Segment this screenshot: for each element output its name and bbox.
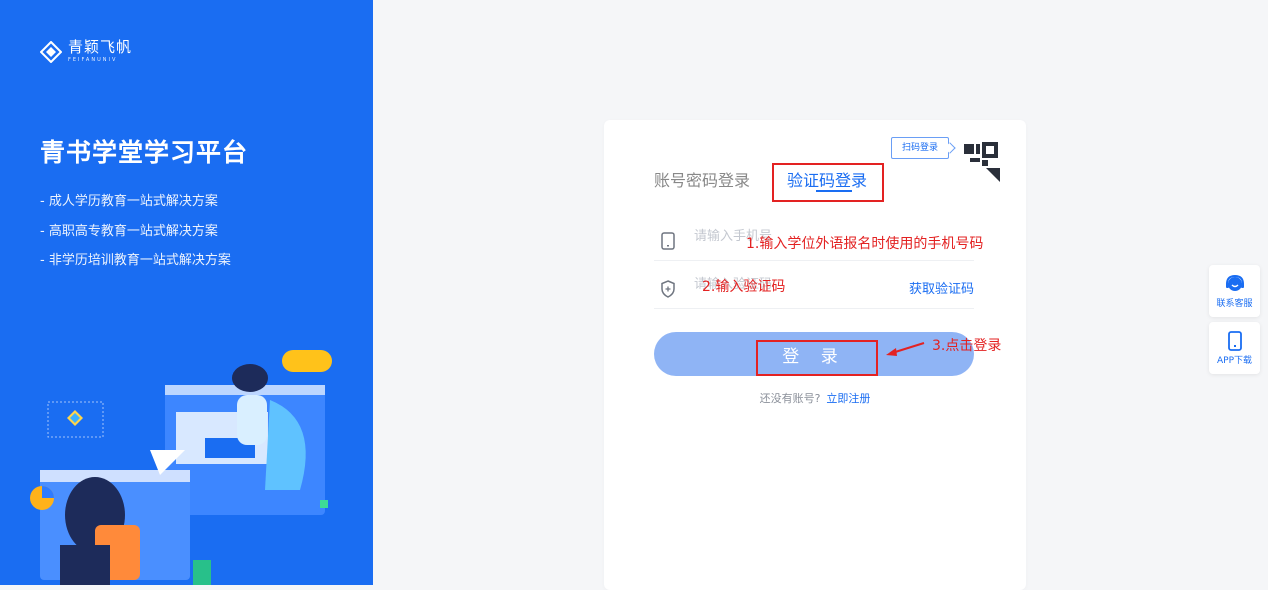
logo-icon bbox=[40, 40, 62, 63]
annotation-box-tab bbox=[772, 163, 884, 202]
register-link[interactable]: 立即注册 bbox=[826, 392, 870, 405]
headset-icon bbox=[1225, 274, 1244, 291]
left-panel: 青颖飞帆 FEIFANUNIV 青书学堂学习平台 - 成人学历教育一站式解决方案… bbox=[0, 0, 373, 585]
shield-icon bbox=[661, 280, 675, 298]
app-download-button[interactable]: APP下载 bbox=[1209, 322, 1260, 374]
tab-password-login[interactable]: 账号密码登录 bbox=[654, 167, 750, 191]
get-code-button[interactable]: 获取验证码 bbox=[909, 278, 974, 297]
feature-item: - 非学历培训教育一站式解决方案 bbox=[40, 253, 231, 268]
annotation-step3: 3.点击登录 bbox=[932, 338, 1002, 354]
app-download-label: APP下载 bbox=[1216, 356, 1252, 366]
annotation-step1: 1.输入学位外语报名时使用的手机号码 bbox=[746, 236, 984, 252]
brand-name: 青颖飞帆 bbox=[68, 38, 133, 56]
annotation-step2: 2.输入验证码 bbox=[702, 279, 786, 295]
platform-title: 青书学堂学习平台 bbox=[40, 138, 249, 167]
qr-code-icon[interactable] bbox=[956, 140, 1004, 188]
feature-item: - 成人学历教育一站式解决方案 bbox=[40, 194, 218, 209]
contact-service-label: 联系客服 bbox=[1216, 299, 1253, 309]
brand-logo: 青颖飞帆 FEIFANUNIV bbox=[40, 40, 132, 63]
register-row: 还没有账号? 立即注册 bbox=[604, 390, 1026, 406]
contact-service-button[interactable]: 联系客服 bbox=[1209, 265, 1260, 317]
feature-list: - 成人学历教育一站式解决方案 - 高职高专教育一站式解决方案 - 非学历培训教… bbox=[40, 190, 231, 279]
phone-icon bbox=[661, 232, 675, 250]
learning-illustration bbox=[30, 350, 332, 585]
brand-name-en: FEIFANUNIV bbox=[68, 57, 118, 63]
annotation-arrow bbox=[886, 342, 925, 356]
feature-item: - 高职高专教育一站式解决方案 bbox=[40, 223, 218, 239]
qr-login-tip[interactable]: 扫码登录 bbox=[891, 137, 949, 159]
no-account-text: 还没有账号? bbox=[759, 392, 821, 405]
annotation-box-login bbox=[756, 340, 878, 376]
mobile-phone-icon bbox=[1227, 331, 1242, 351]
